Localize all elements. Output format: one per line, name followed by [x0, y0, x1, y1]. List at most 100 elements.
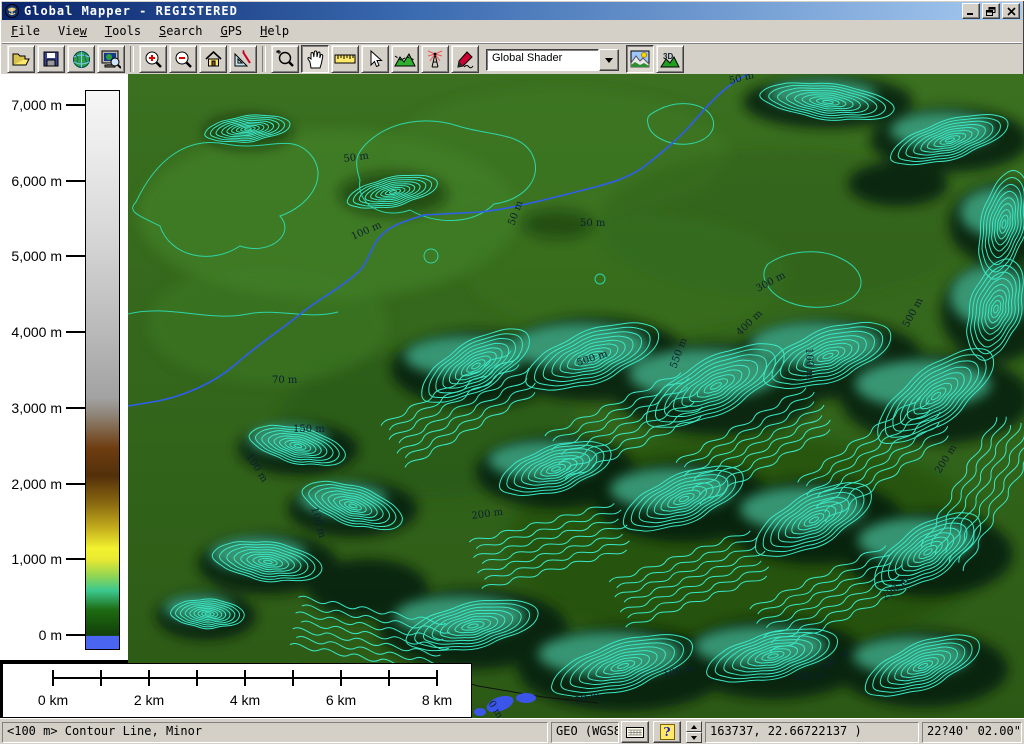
measure-tool-button[interactable]: [331, 45, 359, 73]
map-canvas[interactable]: 50 m100 m50 m50 m50 m300 m400 m500 m100 …: [128, 74, 1024, 718]
shader-dropdown[interactable]: Global Shader: [486, 49, 619, 69]
scale-label: 8 km: [407, 692, 467, 708]
minimize-button[interactable]: [962, 3, 980, 19]
zoom-out-button[interactable]: [169, 45, 197, 73]
toolbar-separator: [262, 46, 266, 72]
close-icon: [1007, 7, 1016, 16]
scale-label: 6 km: [311, 692, 371, 708]
menubar-item-gps[interactable]: GPS: [211, 22, 251, 40]
scale-tick: [100, 670, 102, 686]
digitizer-tool-button[interactable]: [451, 45, 479, 73]
close-button[interactable]: [1002, 3, 1020, 19]
save-floppy-icon: [42, 50, 60, 68]
3d-view-icon: 3D: [660, 50, 680, 69]
status-projection: GEO (WGS8: [551, 722, 619, 743]
path-profile-button[interactable]: [391, 45, 419, 73]
open-button[interactable]: [7, 45, 35, 73]
triangle-down-icon: [691, 736, 697, 740]
legend-tick: [66, 104, 85, 106]
legend-tick-label: 4,000 m: [0, 324, 62, 340]
scale-label: 0 km: [23, 692, 83, 708]
save-button[interactable]: [37, 45, 65, 73]
capture-screen-button[interactable]: [97, 45, 125, 73]
scale-tick: [244, 670, 246, 686]
scale-tick: [340, 670, 342, 686]
menubar-item-file[interactable]: File: [2, 22, 49, 40]
help-button[interactable]: ?: [653, 721, 681, 743]
home-icon: [204, 50, 223, 68]
contour-label: 100 m: [803, 348, 815, 381]
download-imagery-button[interactable]: [67, 45, 95, 73]
elevation-legend: 7,000 m6,000 m5,000 m4,000 m3,000 m2,000…: [0, 74, 128, 660]
arrow-cursor-icon: [367, 50, 383, 69]
terrain-profile-icon: [394, 50, 416, 68]
toolbar-separator: [130, 46, 134, 72]
menubar-item-tools[interactable]: Tools: [96, 22, 150, 40]
restore-button[interactable]: [982, 3, 1000, 19]
contour-label: 70 m: [272, 375, 298, 386]
app-icon: [4, 4, 20, 18]
restore-icon: [986, 7, 996, 16]
status-bar: <100 m> Contour Line, Minor GEO (WGS8 ? …: [0, 718, 1024, 744]
status-coordinate: 163737, 22.66722137 ): [705, 722, 919, 743]
picture-icon: [630, 50, 650, 68]
scale-tick: [292, 670, 294, 686]
3d-view-button[interactable]: 3D: [656, 45, 684, 73]
menubar-item-view[interactable]: View: [49, 22, 96, 40]
pointer-tool-button[interactable]: [361, 45, 389, 73]
status-position: 22?40' 02.00" N, 114?22' 17.89" E: [922, 722, 1022, 743]
legend-tick: [66, 180, 85, 182]
app-window: Global Mapper - REGISTERED FileViewTools…: [0, 0, 1024, 744]
ruler-icon: [334, 51, 356, 67]
view-shed-button[interactable]: [421, 45, 449, 73]
keyboard-icon: [626, 727, 644, 738]
title-bar: Global Mapper - REGISTERED: [2, 2, 1022, 20]
legend-tick-label: 0 m: [0, 627, 62, 643]
texture-map-button[interactable]: [626, 45, 654, 73]
shader-dropdown-value[interactable]: Global Shader: [486, 49, 599, 71]
map-viewport[interactable]: 50 m100 m50 m50 m50 m300 m400 m500 m100 …: [128, 74, 1024, 718]
contour-label: 150 m: [293, 424, 325, 435]
status-selection: <100 m> Contour Line, Minor: [2, 722, 548, 743]
spinner-up-button[interactable]: [686, 721, 702, 732]
legend-tick: [66, 634, 85, 636]
contour-label: 50 m: [580, 218, 606, 229]
open-folder-icon: [11, 50, 31, 68]
scale-tick: [148, 670, 150, 686]
zoom-in-button[interactable]: [139, 45, 167, 73]
magnifier-icon: [276, 50, 295, 69]
legend-tick: [66, 483, 85, 485]
legend-tick-label: 1,000 m: [0, 551, 62, 567]
zoom-spinner: [686, 721, 702, 743]
pan-tool-button[interactable]: [301, 45, 329, 73]
scale-label: 2 km: [119, 692, 179, 708]
zoom-out-icon: [174, 50, 193, 69]
hand-icon: [306, 50, 324, 69]
legend-tick: [66, 331, 85, 333]
help-icon: ?: [660, 724, 675, 740]
menu-bar: FileViewToolsSearchGPSHelp: [2, 20, 1022, 42]
menubar-item-search[interactable]: Search: [150, 22, 211, 40]
elevation-gradient-bar: [85, 90, 120, 650]
keyboard-button[interactable]: [621, 721, 649, 743]
legend-tick-label: 7,000 m: [0, 97, 62, 113]
set-square-pencil-icon: [233, 50, 253, 69]
window-title: Global Mapper - REGISTERED: [24, 4, 238, 18]
content-area: 7,000 m6,000 m5,000 m4,000 m3,000 m2,000…: [0, 74, 1024, 718]
menubar-item-help[interactable]: Help: [251, 22, 298, 40]
minimize-icon: [966, 7, 976, 16]
legend-tick-label: 3,000 m: [0, 400, 62, 416]
pen-icon: [455, 50, 475, 69]
scale-tick: [436, 670, 438, 686]
full-view-button[interactable]: [199, 45, 227, 73]
legend-tick: [66, 255, 85, 257]
spinner-down-button[interactable]: [686, 732, 702, 743]
last-view-button[interactable]: [229, 45, 257, 73]
scale-bar: 0 km2 km4 km6 km8 km: [2, 663, 472, 718]
globe-icon: [72, 50, 91, 69]
chevron-down-icon: [605, 58, 613, 63]
zoom-tool-button[interactable]: [271, 45, 299, 73]
monitor-globe-icon: [101, 50, 121, 69]
dropdown-arrow-button[interactable]: [599, 49, 619, 71]
scale-tick: [388, 670, 390, 686]
